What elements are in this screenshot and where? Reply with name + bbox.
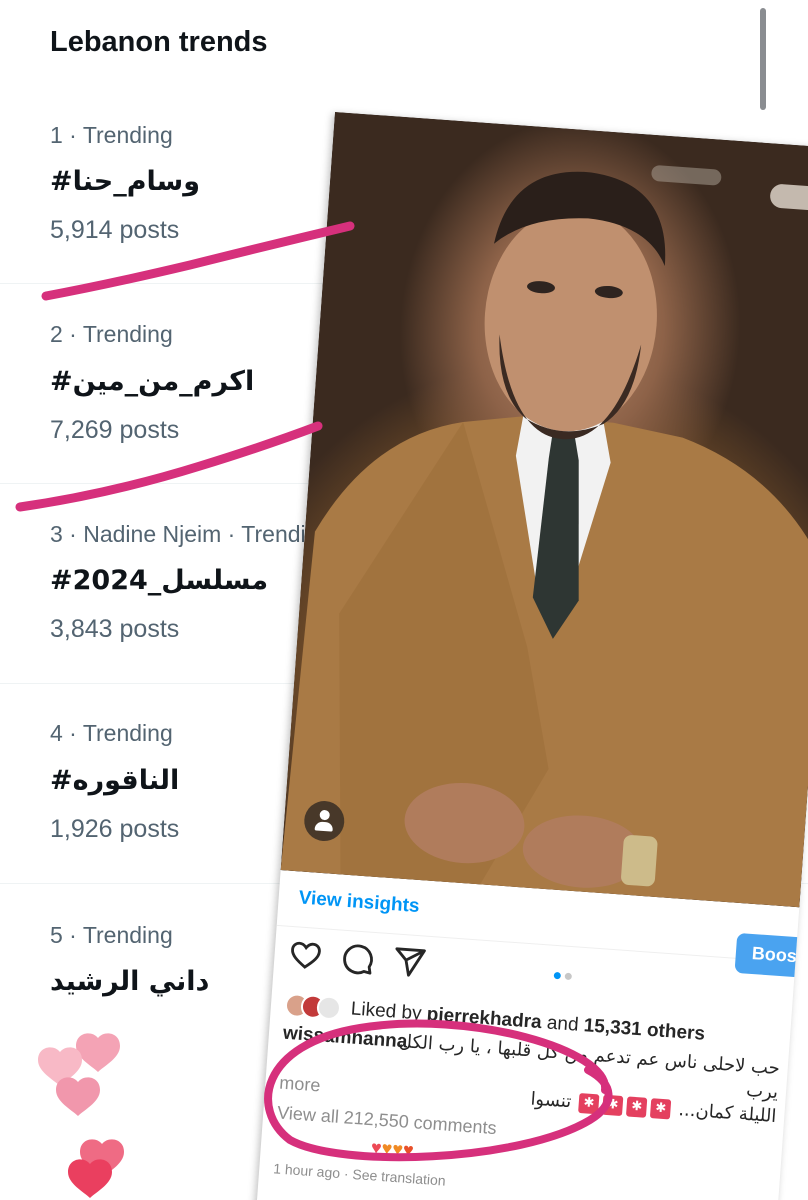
caption-text-line1: حب لاحلى ناس عم تدعم من كل قلبها ، يا رب…: [398, 1030, 781, 1080]
emoji-icon: ✱: [626, 1096, 648, 1118]
trend-name: #اكرم_من_مين: [50, 366, 255, 397]
trend-meta: 3 · Nadine Njeim · Trending: [50, 521, 332, 547]
comment-icon[interactable]: [339, 941, 375, 977]
heart-icon: ♥: [402, 1139, 415, 1161]
comment-hearts: ♥♥♥♥: [370, 1137, 414, 1161]
trend-name: #مسلسل_2024: [50, 565, 269, 596]
liked-by-prefix: Liked by: [350, 998, 423, 1025]
emoji-icon: ✱: [578, 1093, 600, 1115]
avatar: [316, 995, 342, 1021]
post-actions: [287, 937, 428, 987]
carousel-dot-active: [553, 971, 562, 980]
caption-username[interactable]: wissamhanna: [282, 1023, 408, 1054]
carousel-dot: [564, 972, 573, 981]
instagram-post-card: View insights Boost Liked by pierrekhadr…: [255, 112, 808, 1200]
caption-dont-forget: تنسوا: [529, 1088, 573, 1113]
trend-meta: 4 · Trending: [50, 720, 173, 746]
trend-meta: 5 · Trending: [50, 922, 173, 948]
trend-post-count: 3,843 posts: [50, 615, 180, 643]
view-all-comments-link[interactable]: View all 212,550 comments: [277, 1102, 498, 1139]
liked-by-and: and: [546, 1012, 580, 1036]
caption-text-line2: يرب: [745, 1079, 779, 1104]
liked-by-others[interactable]: 15,331 others: [583, 1015, 706, 1045]
trend-post-count: 7,269 posts: [50, 416, 180, 444]
trend-name: #وسام_حنا: [50, 166, 201, 197]
carousel-dots: [553, 971, 575, 981]
heart-icon[interactable]: [287, 937, 323, 973]
post-timestamp: 1 hour ago · See translation: [272, 1160, 447, 1189]
view-insights-link[interactable]: View insights: [298, 887, 420, 918]
liker-avatars: [284, 992, 346, 1023]
emoji-icon: ✱: [602, 1094, 624, 1117]
heart-icon: [56, 1077, 100, 1116]
trend-meta: 2 · Trending: [50, 321, 173, 347]
trend-name: داني الرشيد: [50, 966, 210, 997]
decorative-hearts: [38, 1033, 124, 1198]
liked-by-row[interactable]: Liked by pierrekhadra and 15,331 others: [284, 991, 706, 1045]
heart-icon: [76, 1033, 120, 1072]
caption-text-line3: الليلة كمان... ✱✱✱✱ تنسوا: [530, 1089, 777, 1128]
caption-tonight: الليلة كمان...: [677, 1099, 778, 1128]
trend-post-count: 1,926 posts: [50, 815, 180, 843]
emoji-icon: ✱: [650, 1098, 672, 1120]
post-photo[interactable]: [280, 112, 808, 908]
scrollbar[interactable]: [760, 8, 766, 110]
trends-section-title: Lebanon trends: [50, 26, 268, 58]
trend-post-count: 5,914 posts: [50, 216, 180, 244]
more-link[interactable]: more: [279, 1073, 321, 1097]
liked-by-user[interactable]: pierrekhadra: [426, 1004, 542, 1033]
share-icon[interactable]: [391, 944, 427, 980]
trend-name: #الناقوره: [50, 765, 180, 796]
heart-icon: [68, 1159, 112, 1198]
portrait-illustration: [280, 171, 808, 908]
trend-meta: 1 · Trending: [50, 122, 173, 148]
